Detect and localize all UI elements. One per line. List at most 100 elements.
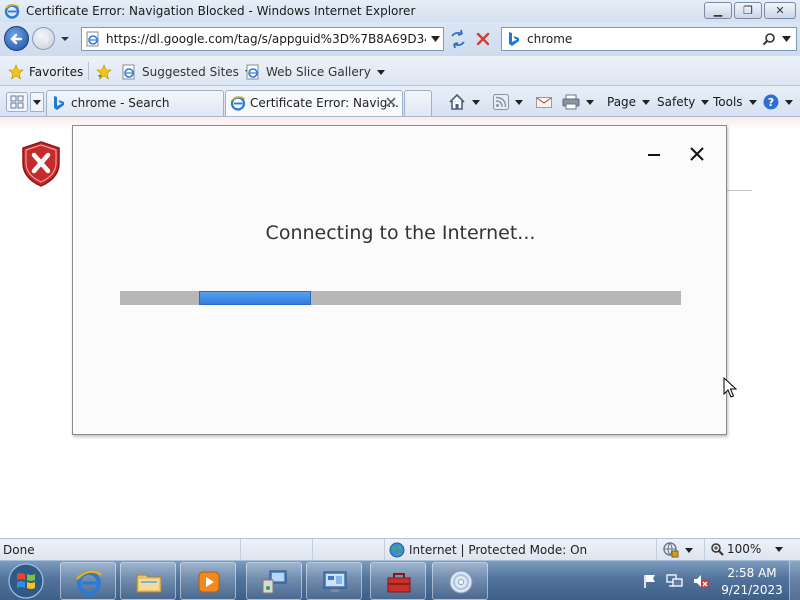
suggested-sites-label: Suggested Sites [142, 65, 239, 79]
page-menu-label: Page [607, 95, 637, 109]
refresh-icon[interactable] [446, 27, 470, 51]
zoom-icon [711, 543, 724, 556]
status-divider [384, 539, 385, 560]
taskbar-remote-app[interactable] [306, 562, 362, 600]
favorites-button[interactable]: Favorites [8, 63, 83, 81]
taskbar: 2:58 AM 9/21/2023 [0, 560, 800, 600]
disc-icon [449, 570, 473, 594]
connecting-dialog: Connecting to the Internet... [72, 125, 727, 435]
status-divider [704, 539, 705, 560]
search-text: chrome [527, 32, 573, 46]
address-bar[interactable]: https://dl.google.com/tag/s/appguid%3D%7… [81, 27, 444, 51]
ie-page-icon [230, 96, 246, 111]
bing-icon [54, 96, 64, 110]
url-text: https://dl.google.com/tag/s/appguid%3D%7… [106, 32, 426, 46]
taskbar-media-player[interactable] [180, 562, 236, 600]
quick-tabs-icon[interactable] [6, 92, 28, 112]
help-icon: ? [763, 94, 779, 110]
close-icon[interactable] [687, 144, 707, 164]
tab-label: Certificate Error: Navig... [250, 96, 399, 110]
taskbar-disc-app[interactable] [432, 562, 488, 600]
favorites-divider [88, 62, 89, 80]
zoom-button[interactable]: 100% [710, 542, 784, 556]
web-slice-gallery-label: Web Slice Gallery [266, 65, 371, 79]
tools-menu[interactable]: Tools [713, 92, 757, 112]
forward-arrow-icon [39, 35, 50, 44]
safety-menu[interactable]: Safety [657, 92, 710, 112]
page-menu[interactable]: Page [607, 92, 651, 112]
minimize-button[interactable]: ▁ [704, 2, 732, 19]
printer-icon [562, 94, 580, 110]
search-box[interactable]: chrome [501, 27, 797, 51]
home-button[interactable] [448, 92, 480, 112]
media-player-icon [198, 571, 220, 593]
suggested-sites-link[interactable]: Suggested Sites [121, 63, 253, 81]
safety-menu-label: Safety [657, 95, 696, 109]
favorites-bar: Favorites Suggested Sites Web Slice Gall… [0, 56, 800, 86]
connecting-message: Connecting to the Internet... [265, 222, 536, 244]
page-content: Connecting to the Internet... [0, 117, 800, 538]
clock-time[interactable]: 2:58 AM [720, 566, 784, 580]
address-dropdown-icon[interactable] [431, 36, 440, 42]
chevron-down-icon [642, 99, 651, 105]
action-center-flag-icon[interactable] [642, 573, 658, 589]
zoom-level: 100% [727, 542, 762, 556]
close-tab-icon[interactable] [386, 97, 396, 107]
tab-chrome-search[interactable]: chrome - Search [46, 90, 224, 116]
recent-pages-dropdown[interactable] [58, 32, 72, 46]
chevron-down-icon [785, 99, 793, 105]
internet-explorer-icon [76, 570, 102, 595]
search-dropdown-icon[interactable] [782, 36, 791, 42]
taskbar-internet-explorer[interactable] [60, 562, 116, 600]
start-button[interactable] [4, 562, 48, 600]
forward-button[interactable] [32, 27, 55, 50]
search-icon[interactable] [762, 32, 776, 46]
protected-mode-button[interactable] [663, 542, 693, 558]
mail-icon [536, 97, 552, 108]
show-desktop-button[interactable] [789, 561, 800, 600]
web-slice-gallery-link[interactable]: Web Slice Gallery [245, 63, 385, 81]
tab-list-button[interactable] [30, 92, 44, 112]
taskbar-toolbox-app[interactable] [370, 562, 426, 600]
feeds-button[interactable] [493, 92, 523, 112]
status-divider [656, 539, 657, 560]
tools-menu-label: Tools [713, 95, 743, 109]
help-button[interactable]: ? [763, 92, 793, 112]
new-tab-button[interactable] [404, 90, 432, 116]
progress-bar [120, 291, 681, 305]
volume-muted-icon[interactable] [692, 572, 710, 590]
minimize-icon[interactable] [644, 144, 664, 164]
divider-line [726, 190, 752, 191]
title-bar: Certificate Error: Navigation Blocked - … [0, 0, 800, 22]
network-computer-icon [262, 570, 287, 594]
chevron-down-icon [515, 99, 523, 105]
favorites-label: Favorites [29, 65, 84, 79]
clock-date[interactable]: 9/21/2023 [720, 583, 784, 597]
taskbar-windows-explorer[interactable] [120, 562, 176, 600]
globe-icon [389, 542, 405, 558]
chevron-down-icon [33, 100, 41, 105]
tab-label: chrome - Search [71, 96, 170, 110]
status-text: Done [3, 543, 35, 557]
certificate-error-shield-icon [22, 141, 60, 187]
chevron-down-icon [685, 547, 693, 553]
home-icon [449, 93, 465, 110]
network-icon[interactable] [666, 572, 684, 590]
folder-icon [136, 574, 162, 593]
remote-desktop-icon [323, 571, 347, 592]
chevron-down-icon [472, 99, 480, 105]
taskbar-network-app[interactable] [246, 562, 302, 600]
back-button[interactable] [4, 26, 29, 51]
add-to-favorites-bar-button[interactable] [95, 63, 120, 81]
ie-page-icon [246, 64, 259, 80]
status-divider [312, 539, 313, 560]
close-button[interactable]: ✕ [764, 2, 796, 19]
stop-icon[interactable] [471, 27, 495, 51]
print-button[interactable] [562, 92, 594, 112]
tab-row: chrome - Search Certificate Error: Navig… [0, 86, 800, 117]
read-mail-button[interactable] [536, 92, 552, 112]
svg-text:?: ? [768, 96, 774, 109]
security-zone[interactable]: Internet | Protected Mode: On [389, 542, 587, 558]
tab-certificate-error[interactable]: Certificate Error: Navig... [225, 90, 403, 116]
maximize-button[interactable]: ❐ [734, 2, 762, 19]
